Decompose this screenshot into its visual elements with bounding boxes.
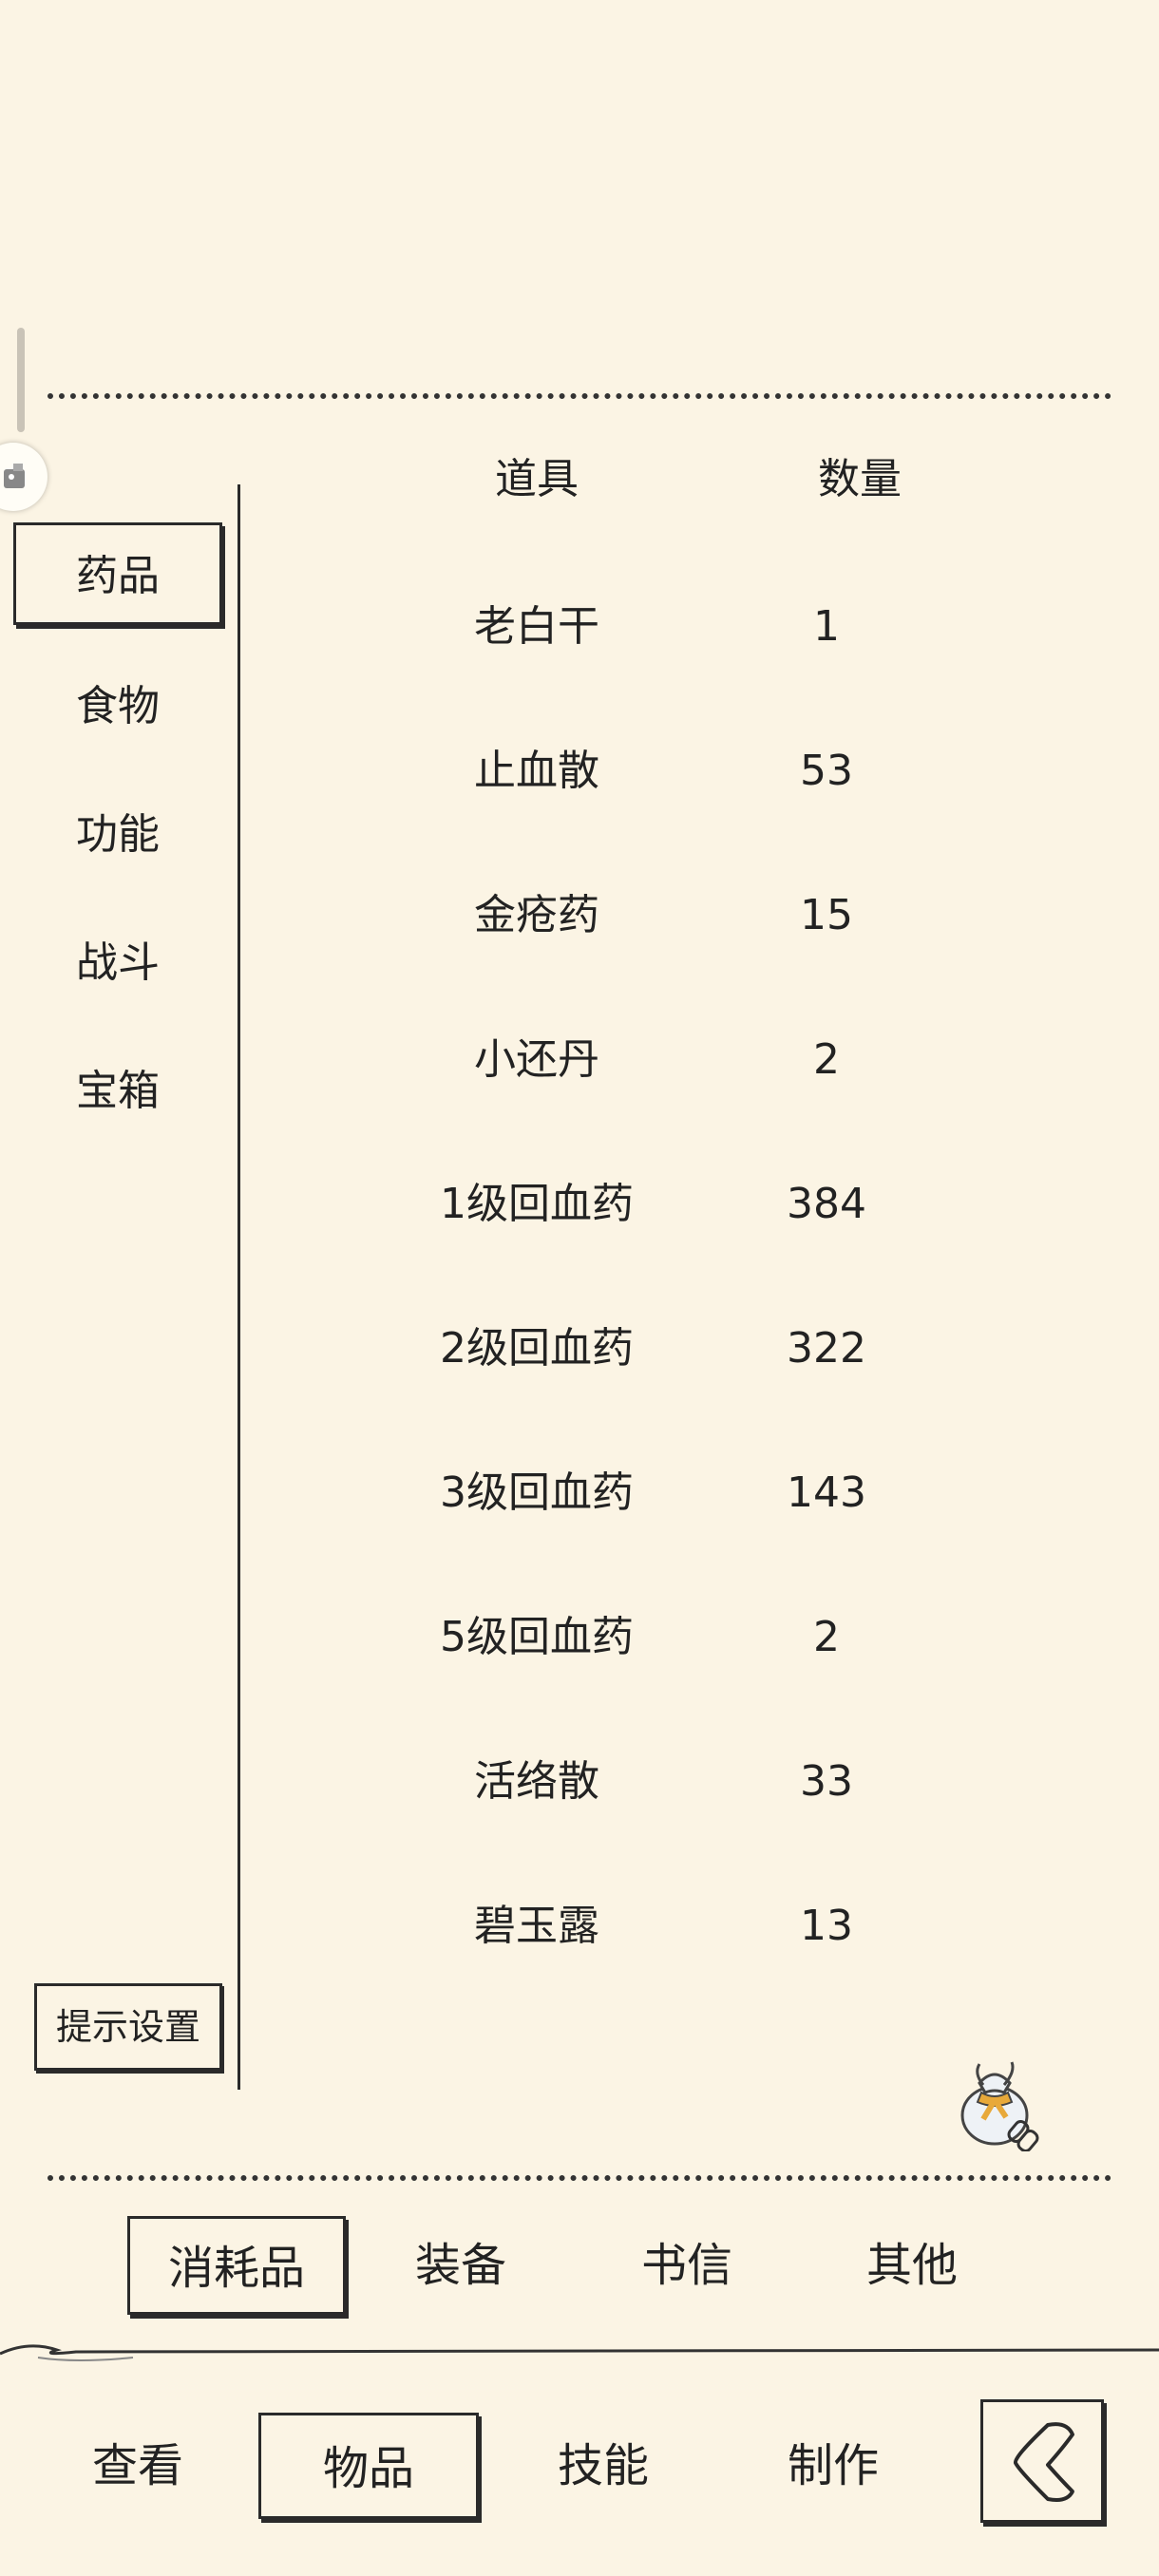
bottom-dotted-divider — [48, 2175, 1112, 2181]
item-quantity: 13 — [800, 1902, 853, 1950]
item-name: 5级回血药 — [440, 1613, 634, 1661]
item-name: 小还丹 — [474, 1035, 599, 1084]
sidebar-divider — [238, 484, 240, 2090]
item-quantity: 143 — [787, 1468, 866, 1517]
list-item[interactable]: 碧玉露 13 — [285, 1854, 1102, 1998]
list-item[interactable]: 5级回血药 2 — [285, 1565, 1102, 1710]
nav-items[interactable]: 物品 — [258, 2413, 479, 2519]
category-food[interactable]: 食物 — [13, 655, 222, 758]
column-header-item: 道具 — [495, 455, 579, 503]
item-name: 2级回血药 — [440, 1324, 634, 1373]
item-quantity: 2 — [813, 1613, 840, 1661]
item-quantity: 15 — [800, 891, 853, 939]
item-quantity: 53 — [800, 747, 853, 795]
tab-consumables[interactable]: 消耗品 — [127, 2216, 346, 2315]
cloth-bag-icon[interactable] — [945, 2047, 1050, 2151]
item-name: 1级回血药 — [440, 1180, 634, 1228]
tab-others[interactable]: 其他 — [831, 2216, 993, 2315]
list-item[interactable]: 金疮药 15 — [285, 843, 1102, 988]
back-button[interactable] — [980, 2399, 1104, 2523]
floating-assistant-icon — [4, 464, 25, 488]
category-battle[interactable]: 战斗 — [13, 912, 222, 1014]
tab-equipment[interactable]: 装备 — [380, 2216, 542, 2315]
list-item[interactable]: 3级回血药 143 — [285, 1421, 1102, 1565]
item-quantity: 384 — [787, 1180, 866, 1228]
floating-assistant-button[interactable] — [0, 443, 48, 511]
nav-view[interactable]: 查看 — [66, 2413, 209, 2519]
item-name: 3级回血药 — [440, 1468, 634, 1517]
item-quantity: 2 — [813, 1035, 840, 1084]
list-item[interactable]: 小还丹 2 — [285, 988, 1102, 1132]
category-chest[interactable]: 宝箱 — [13, 1040, 222, 1143]
brush-divider — [0, 2344, 1159, 2361]
list-item[interactable]: 2级回血药 322 — [285, 1277, 1102, 1421]
item-name: 止血散 — [474, 747, 599, 795]
top-dotted-divider — [48, 393, 1112, 399]
item-name: 活络散 — [474, 1757, 599, 1806]
category-function[interactable]: 功能 — [13, 784, 222, 886]
item-quantity: 33 — [800, 1757, 853, 1806]
list-item[interactable]: 止血散 53 — [285, 699, 1102, 843]
item-quantity: 1 — [813, 602, 840, 651]
list-item[interactable]: 老白干 1 — [285, 555, 1102, 699]
back-arrow-icon — [1013, 2422, 1074, 2502]
nav-skills[interactable]: 技能 — [532, 2413, 674, 2519]
category-medicine[interactable]: 药品 — [13, 522, 222, 625]
item-name: 碧玉露 — [474, 1902, 599, 1950]
tips-settings-button[interactable]: 提示设置 — [34, 1983, 222, 2071]
scroll-indicator[interactable] — [17, 328, 25, 432]
tab-letters[interactable]: 书信 — [606, 2216, 768, 2315]
list-item[interactable]: 1级回血药 384 — [285, 1132, 1102, 1277]
item-name: 老白干 — [474, 602, 599, 651]
item-name: 金疮药 — [474, 891, 599, 939]
item-quantity: 322 — [787, 1324, 866, 1373]
nav-crafting[interactable]: 制作 — [762, 2413, 904, 2519]
column-header-quantity: 数量 — [818, 455, 902, 503]
list-item[interactable]: 活络散 33 — [285, 1710, 1102, 1854]
